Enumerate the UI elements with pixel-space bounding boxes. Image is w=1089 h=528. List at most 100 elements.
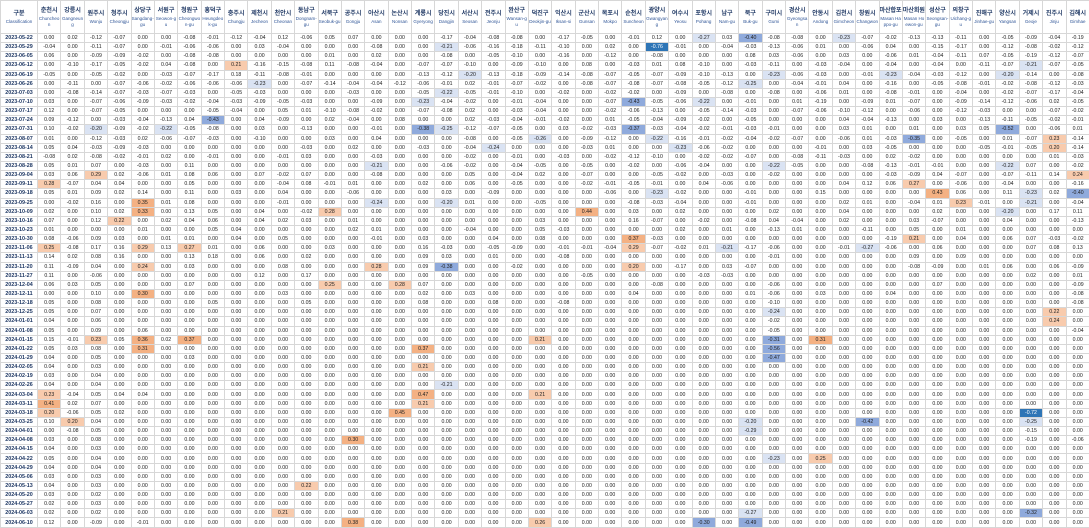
table-cell: -0.12 [84, 34, 107, 43]
table-cell: 0.00 [692, 436, 715, 445]
table-cell: 0.00 [832, 235, 855, 244]
table-cell: 0.00 [528, 500, 551, 509]
table-cell: 0.06 [1043, 262, 1066, 271]
column-header: 동남구Dongnam-gu [295, 1, 318, 34]
table-cell: 0.01 [949, 225, 972, 234]
table-cell: 0.00 [715, 372, 738, 381]
table-cell: 0.00 [435, 216, 458, 225]
table-cell: 0.00 [715, 52, 738, 61]
table-row: 2023-10-230.010.000.000.000.010.000.000.… [1, 225, 1089, 234]
table-cell: 0.00 [552, 326, 575, 335]
table-cell: 0.00 [248, 317, 271, 326]
table-cell: 0.03 [318, 134, 341, 143]
table-cell: -0.06 [201, 79, 224, 88]
table-cell: -0.07 [412, 107, 435, 116]
table-cell: 0.00 [178, 417, 201, 426]
table-cell: -0.07 [599, 79, 622, 88]
table-body: 2023-05-220.000.02-0.12-0.070.000.00-0.0… [1, 34, 1089, 528]
table-cell: 0.00 [528, 244, 551, 253]
table-cell: 0.00 [575, 88, 598, 97]
table-cell: 0.00 [388, 180, 411, 189]
table-cell: -0.05 [575, 271, 598, 280]
row-date: 2023-08-07 [1, 134, 38, 143]
table-cell: 0.00 [552, 491, 575, 500]
table-cell: 0.00 [669, 326, 692, 335]
table-cell: 0.12 [248, 271, 271, 280]
table-cell: 0.00 [622, 427, 645, 436]
column-header-en: Nam-gu [716, 19, 738, 25]
table-cell: 0.00 [108, 491, 131, 500]
row-date: 2023-10-30 [1, 235, 38, 244]
table-cell: 0.00 [388, 152, 411, 161]
table-cell: 0.00 [1019, 399, 1042, 408]
table-cell: 0.00 [1019, 344, 1042, 353]
table-cell: -0.05 [692, 107, 715, 116]
table-cell: 0.00 [388, 161, 411, 170]
table-cell: 0.00 [295, 225, 318, 234]
table-cell: -0.20 [458, 70, 481, 79]
table-cell: 0.00 [248, 500, 271, 509]
table-cell: 0.00 [926, 481, 949, 490]
table-cell: 0.03 [762, 52, 785, 61]
table-cell: 0.00 [973, 34, 996, 43]
table-cell: 0.06 [879, 180, 902, 189]
table-cell: 0.01 [341, 180, 364, 189]
table-cell: 0.00 [84, 116, 107, 125]
table-cell: 0.00 [248, 445, 271, 454]
table-cell: 0.00 [832, 317, 855, 326]
table-cell: -0.02 [108, 152, 131, 161]
table-cell: 0.00 [832, 262, 855, 271]
column-header-en: Pohang [693, 19, 715, 25]
table-cell: 0.00 [178, 427, 201, 436]
table-cell: -0.06 [108, 97, 131, 106]
table-cell: 0.00 [341, 427, 364, 436]
table-cell: 0.00 [996, 427, 1019, 436]
table-cell: 0.00 [949, 262, 972, 271]
table-cell: 0.00 [949, 381, 972, 390]
table-cell: -0.20 [435, 198, 458, 207]
table-row: 2024-03-250.100.200.040.000.000.000.000.… [1, 417, 1089, 426]
table-cell: 0.00 [248, 143, 271, 152]
table-cell: 0.00 [622, 143, 645, 152]
table-cell: 0.00 [341, 253, 364, 262]
table-cell: 0.02 [832, 216, 855, 225]
table-cell: 0.00 [388, 235, 411, 244]
table-cell: -0.04 [996, 180, 1019, 189]
table-cell: 0.47 [412, 390, 435, 399]
table-cell: -0.13 [482, 70, 505, 79]
table-cell: -0.04 [1066, 88, 1089, 97]
table-cell: 0.00 [388, 134, 411, 143]
table-cell: -0.07 [856, 34, 879, 43]
table-cell: 0.00 [809, 317, 832, 326]
table-cell: 0.00 [318, 225, 341, 234]
table-cell: 0.00 [1043, 299, 1066, 308]
table-cell: 0.00 [575, 463, 598, 472]
table-cell: 0.00 [318, 399, 341, 408]
table-cell: -0.15 [926, 43, 949, 52]
table-cell: 0.00 [388, 353, 411, 362]
table-cell: 0.00 [645, 491, 668, 500]
table-cell: -0.02 [131, 52, 154, 61]
table-cell: -0.08 [84, 152, 107, 161]
table-cell: -0.07 [295, 79, 318, 88]
table-cell: -0.18 [505, 43, 528, 52]
row-date: 2024-05-06 [1, 472, 38, 481]
table-cell: 0.00 [295, 454, 318, 463]
table-cell: 0.00 [879, 372, 902, 381]
table-cell: 0.14 [1043, 171, 1066, 180]
table-cell: 0.00 [949, 399, 972, 408]
table-cell: 0.04 [271, 189, 294, 198]
table-cell: 0.00 [108, 353, 131, 362]
table-cell: 0.00 [645, 363, 668, 372]
table-row: 2023-05-29-0.040.00-0.11-0.070.00-0.01-0… [1, 43, 1089, 52]
table-cell: 0.04 [832, 207, 855, 216]
table-cell: 0.00 [996, 417, 1019, 426]
table-cell: -0.03 [225, 97, 248, 106]
table-cell: 0.00 [295, 244, 318, 253]
column-header: 춘천시Chuncheon [38, 1, 61, 34]
table-cell: -0.02 [505, 262, 528, 271]
row-date: 2023-12-11 [1, 289, 38, 298]
table-cell: 0.00 [973, 372, 996, 381]
table-cell: 0.00 [692, 235, 715, 244]
table-cell: 0.16 [108, 244, 131, 253]
